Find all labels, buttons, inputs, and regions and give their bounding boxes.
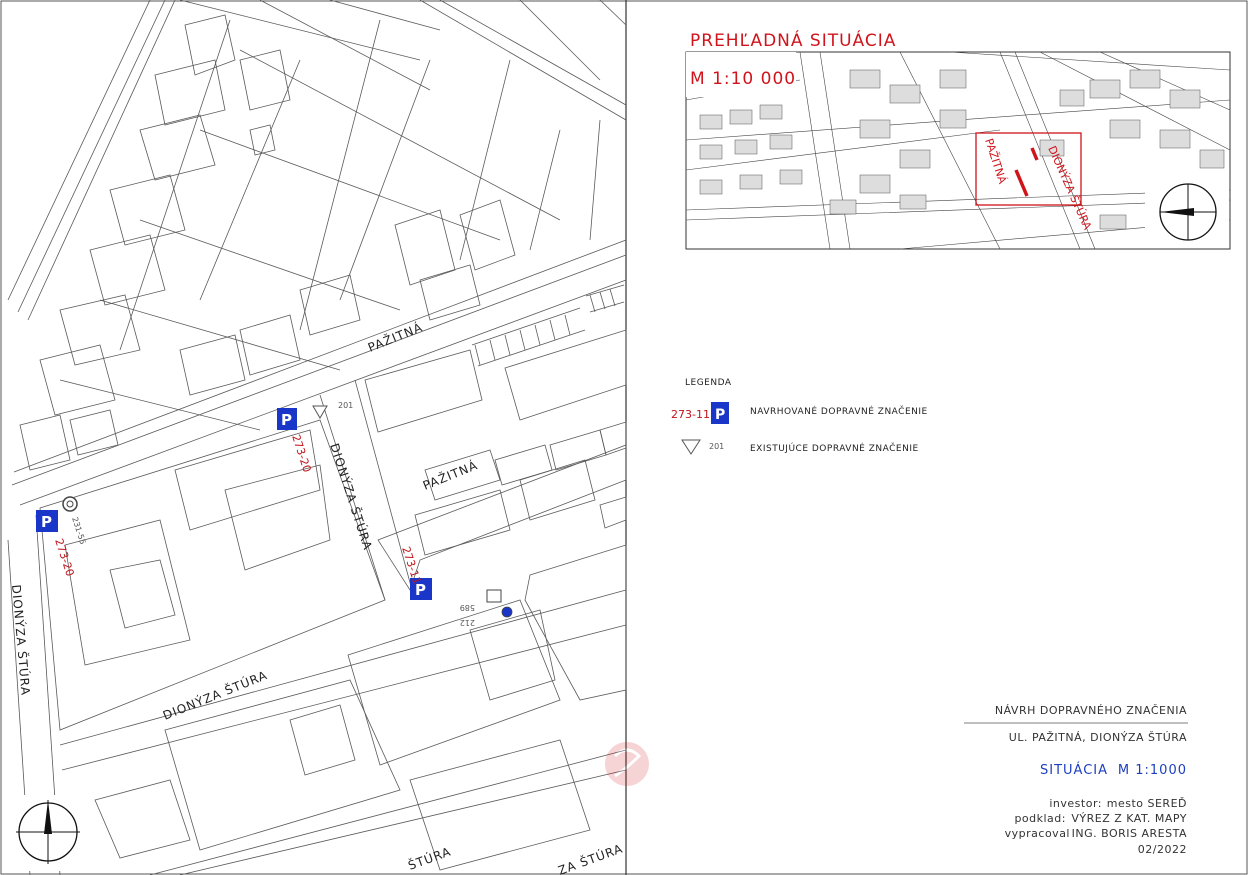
title-block: NÁVRH DOPRAVNÉHO ZNAČENIA UL. PAŽITNÁ, D… <box>964 704 1188 856</box>
investor-value: mesto SEREĎ <box>1107 797 1187 810</box>
legend-heading: LEGENDA <box>685 378 732 388</box>
drawing-name: SITUÁCIA <box>1040 762 1108 778</box>
parking-sign-icon[interactable]: P <box>277 408 297 430</box>
existing-sign-201: 201 <box>338 401 353 410</box>
svg-text:P: P <box>281 411 292 429</box>
yield-triangle-icon[interactable] <box>312 405 328 419</box>
sign-code-273-20-a: 273-20 <box>289 433 313 474</box>
existing-sign-231-55: 231-55 <box>70 516 87 546</box>
situation-map: PAŽITNÁ PAŽITNÁ DIONÝZA ŠTÚRA DIONÝZA ŠT… <box>0 0 1248 875</box>
basis-label: podklad: <box>1014 812 1066 825</box>
no-stopping-sign-icon[interactable] <box>62 496 78 512</box>
parking-sign-icon[interactable]: P <box>36 510 58 532</box>
north-arrow-icon <box>8 795 92 871</box>
parking-sign-icon: P <box>711 402 729 424</box>
legend-code-proposed: 273-11 <box>671 408 710 421</box>
sign-code-273-11: 273-11 <box>399 545 423 586</box>
overview-title: PREHĽADNÁ SITUÁCIA <box>690 29 896 51</box>
street-label-dionyza-vertical: DIONÝZA ŠTÚRA <box>327 441 376 552</box>
author-label: vypracoval <box>1005 827 1070 840</box>
project-location: UL. PAŽITNÁ, DIONÝZA ŠTÚRA <box>1009 731 1187 744</box>
svg-text:P: P <box>41 513 52 531</box>
watermark-logo <box>605 742 649 786</box>
street-label-dionyza-bottom: DIONÝZA ŠTÚRA <box>161 667 270 723</box>
drawing-scale: M 1:1000 <box>1118 763 1187 778</box>
svg-text:P: P <box>715 407 725 423</box>
legend-text-existing: EXISTUJÚCE DOPRAVNÉ ZNAČENIE <box>750 442 919 454</box>
cadastral-map <box>7 0 627 875</box>
overview-map: M 1:10 000 PAŽITNÁ DIONÝZA ŠTÚRA <box>685 51 1231 250</box>
overview-scale: M 1:10 000 <box>690 69 796 89</box>
street-label-dionyza-fragment2: ZA ŠTÚRA <box>556 840 625 875</box>
street-label-dionyza-left: DIONÝZA ŠTÚRA <box>9 584 34 696</box>
street-label-pazitna-top: PAŽITNÁ <box>366 319 425 355</box>
north-arrow-overview-icon <box>1145 178 1229 248</box>
author-value: ING. BORIS ARESTA <box>1072 827 1187 840</box>
basis-value: VÝREZ Z KAT. MAPY <box>1071 812 1187 825</box>
existing-sign-589: 589 <box>460 603 475 612</box>
legend-text-proposed: NAVRHOVANÉ DOPRAVNÉ ZNAČENIE <box>750 405 928 417</box>
investor-label: investor: <box>1049 797 1102 810</box>
yield-triangle-icon <box>681 439 701 455</box>
project-name: NÁVRH DOPRAVNÉHO ZNAČENIA <box>995 704 1187 717</box>
drawing-sheet: PAŽITNÁ PAŽITNÁ DIONÝZA ŠTÚRA DIONÝZA ŠT… <box>0 0 1248 875</box>
legend-code-existing: 201 <box>709 442 724 451</box>
drawing-date: 02/2022 <box>1138 843 1187 856</box>
existing-sign-212: 212 <box>460 618 475 627</box>
